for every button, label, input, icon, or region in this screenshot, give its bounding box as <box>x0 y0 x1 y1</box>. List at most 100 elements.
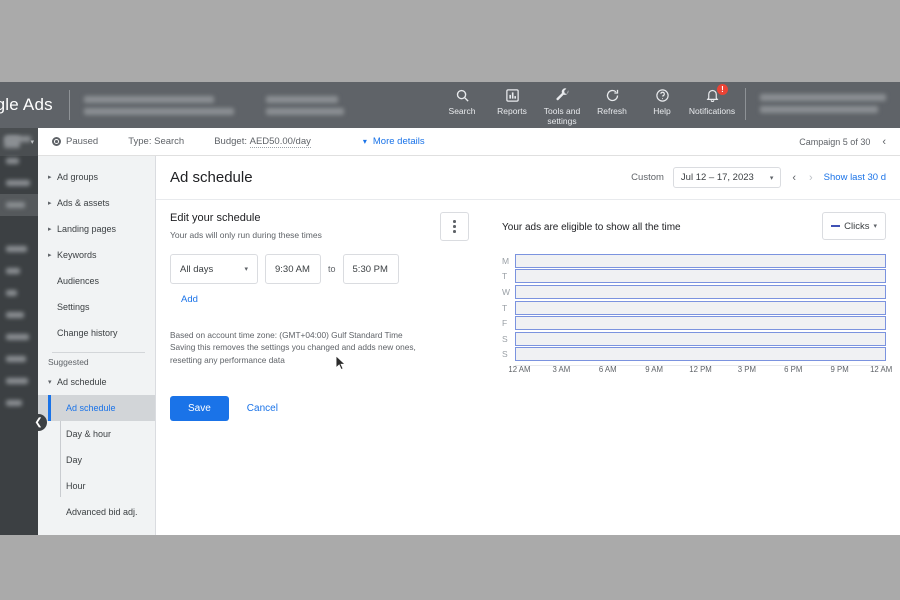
sidebar-item-advanced-bid-adj[interactable]: Advanced bid adj. <box>38 499 155 525</box>
ad-schedule-chart: MTWTFSS 12 AM 3 AM 6 AM 9 AM 12 PM 3 PM 6 PM 9 … <box>502 253 892 377</box>
sidebar-item-landing-pages[interactable]: ▸ Landing pages <box>38 216 155 242</box>
paused-icon <box>52 137 61 146</box>
chevron-down-icon[interactable]: ▾ <box>30 138 34 146</box>
sidebar-item-day-and-hour[interactable]: Day & hour <box>38 421 155 447</box>
account-info-blurred <box>83 95 234 115</box>
rail-item[interactable] <box>0 348 38 370</box>
chart-day-label: S <box>502 333 508 344</box>
chart-bar[interactable] <box>515 284 886 299</box>
rail-item[interactable] <box>0 238 38 260</box>
sidebar-item-label: Day <box>66 455 83 465</box>
sidebar-item-hour[interactable]: Hour <box>38 473 155 499</box>
days-select[interactable]: All days ▾ <box>170 254 258 284</box>
sidebar-item-label: Advanced bid adj. <box>66 507 138 517</box>
budget-value[interactable]: AED50.00/day <box>249 136 311 148</box>
google-ads-app-window: ogle Ads Search <box>0 82 900 535</box>
rail-item[interactable] <box>0 304 38 326</box>
chart-bar[interactable] <box>515 347 886 362</box>
chart-x-tick: 9 PM <box>830 365 849 375</box>
chevron-down-icon: ▾ <box>244 266 248 273</box>
left-nav-rail: ▾ <box>0 128 38 535</box>
sidebar-item-ads-assets[interactable]: ▸ Ads & assets <box>38 190 155 216</box>
date-prev-button[interactable]: ‹ <box>790 172 798 184</box>
chart-x-tick: 9 AM <box>645 365 664 375</box>
schedule-row: All days ▾ 9:30 AM to 5:30 PM <box>170 254 488 284</box>
chevron-right-icon: ▸ <box>48 252 52 259</box>
sidebar-item-ad-schedule[interactable]: Ad schedule <box>38 395 155 421</box>
sidebar-item-label: Audiences <box>57 276 100 286</box>
chart-bar[interactable] <box>515 253 886 268</box>
rail-item[interactable] <box>0 326 38 348</box>
sidebar-item-day[interactable]: Day <box>38 447 155 473</box>
sidebar-item-change-history[interactable]: Change history <box>38 320 155 346</box>
rail-item[interactable] <box>0 370 38 392</box>
collapse-sidebar-button[interactable]: ❮ <box>30 414 47 431</box>
chart-bar-track <box>515 284 886 299</box>
chart-day-label: W <box>502 286 511 297</box>
cancel-button[interactable]: Cancel <box>247 403 278 414</box>
sidebar-item-keywords[interactable]: ▸ Keywords <box>38 242 155 268</box>
chart-bar-track <box>515 300 886 315</box>
chart-bar[interactable] <box>515 316 886 331</box>
kebab-icon <box>453 220 456 233</box>
rail-item[interactable] <box>0 216 38 238</box>
schedule-editor-and-chart: Edit your schedule Your ads will only ru… <box>156 200 900 422</box>
chart-day-label: F <box>502 318 508 329</box>
google-ads-logo[interactable]: ogle Ads <box>0 95 53 115</box>
campaign-type: Type: Search <box>128 136 185 147</box>
rail-account-header[interactable]: ▾ <box>0 128 38 156</box>
sidebar-item-ad-groups[interactable]: ▸ Ad groups <box>38 164 155 190</box>
refresh-button[interactable]: Refresh <box>587 86 637 117</box>
notifications-button[interactable]: ! Notifications <box>687 84 737 117</box>
campaign-budget[interactable]: Budget: AED50.00/day <box>214 136 311 148</box>
chart-row: W <box>502 284 886 300</box>
chart-bar-track <box>515 269 886 284</box>
rail-item[interactable] <box>0 172 38 194</box>
chart-bar[interactable] <box>515 269 886 284</box>
header-divider <box>68 90 70 120</box>
help-button[interactable]: Help <box>637 86 687 117</box>
editor-actions: Save Cancel <box>170 396 488 422</box>
more-options-button[interactable] <box>440 212 469 241</box>
chart-row: S <box>502 331 886 347</box>
main-content: Ad schedule Custom Jul 12 – 17, 2023 ▾ ‹… <box>156 156 900 535</box>
start-time-input[interactable]: 9:30 AM <box>265 254 321 284</box>
search-button[interactable]: Search <box>437 86 487 117</box>
help-icon <box>655 86 670 105</box>
rail-item[interactable] <box>0 392 38 414</box>
rail-item-selected[interactable] <box>0 194 38 216</box>
chart-bar[interactable] <box>515 300 886 315</box>
reports-label: Reports <box>497 106 527 116</box>
date-range-select[interactable]: Jul 12 – 17, 2023 ▾ <box>672 167 782 188</box>
end-time-input[interactable]: 5:30 PM <box>342 254 399 284</box>
tools-and-settings-button[interactable]: Tools and settings <box>537 86 587 127</box>
rail-item[interactable] <box>0 282 38 304</box>
sidebar-item-audiences[interactable]: Audiences <box>38 268 155 294</box>
chart-row: T <box>502 300 886 316</box>
campaign-counter: Campaign 5 of 30 <box>799 136 871 147</box>
date-next-button[interactable]: › <box>807 172 815 184</box>
notifications-label: Notifications <box>688 106 736 116</box>
more-details-label[interactable]: More details <box>373 136 425 147</box>
chart-bar[interactable] <box>515 331 886 346</box>
campaign-prev-icon[interactable]: ‹ <box>880 136 888 148</box>
chart-x-tick: 12 AM <box>870 365 893 375</box>
wrench-icon <box>555 86 570 105</box>
campaign-info-blurred <box>265 95 344 115</box>
save-button[interactable]: Save <box>170 396 229 422</box>
page-title: Ad schedule <box>170 169 253 186</box>
reports-button[interactable]: Reports <box>487 86 537 117</box>
search-label: Search <box>448 106 476 116</box>
chart-x-tick: 6 AM <box>598 365 617 375</box>
add-schedule-row-link[interactable]: Add <box>181 294 198 305</box>
show-last-30-days-link[interactable]: Show last 30 d <box>824 172 886 183</box>
account-menu-blurred[interactable] <box>760 94 886 113</box>
rail-item[interactable] <box>0 260 38 282</box>
chart-day-label: M <box>502 255 510 266</box>
sidebar-item-label: Hour <box>66 481 86 491</box>
more-details-toggle[interactable]: ▾ More details <box>363 136 425 147</box>
sidebar-item-settings[interactable]: Settings <box>38 294 155 320</box>
sidebar-group-ad-schedule[interactable]: ▾ Ad schedule <box>38 369 155 395</box>
metric-select-button[interactable]: Clicks ▾ <box>822 212 886 240</box>
sidebar-item-label: Landing pages <box>57 224 117 234</box>
